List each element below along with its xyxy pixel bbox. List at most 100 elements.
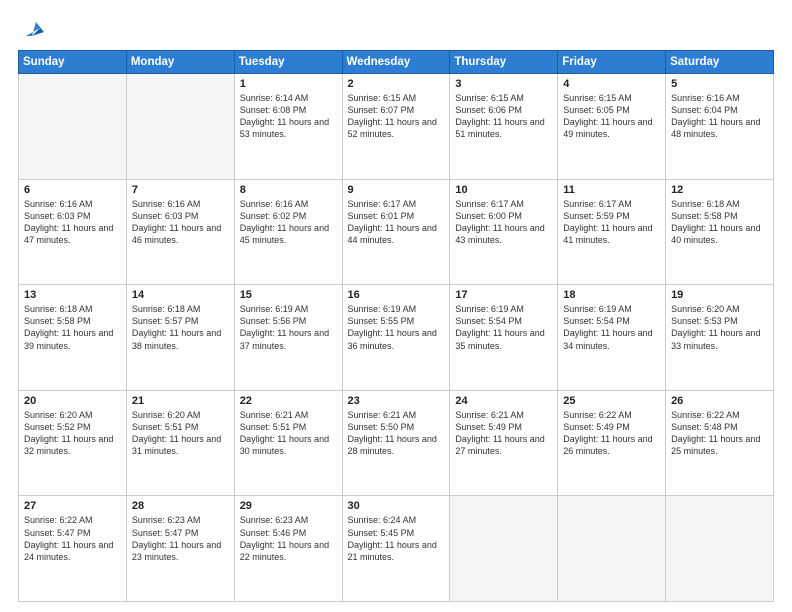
week-row-0: 1 Sunrise: 6:14 AM Sunset: 6:08 PM Daylig… (19, 74, 774, 180)
calendar-cell: 6Sunrise: 6:16 AM Sunset: 6:03 PM Daylig… (19, 179, 127, 285)
calendar-cell: 20Sunrise: 6:20 AM Sunset: 5:52 PM Dayli… (19, 390, 127, 496)
calendar-cell: 17 Sunrise: 6:19 AM Sunset: 5:54 PM Dayli… (450, 285, 558, 391)
day-info: Sunrise: 6:21 AM Sunset: 5:49 PM Dayligh… (455, 409, 552, 458)
day-number: 29 (240, 500, 337, 512)
calendar-cell: 12 Sunrise: 6:18 AM Sunset: 5:58 PM Dayli… (666, 179, 774, 285)
day-info: Sunrise: 6:19 AM Sunset: 5:54 PM Dayligh… (563, 303, 660, 352)
calendar-table: SundayMondayTuesdayWednesdayThursdayFrid… (18, 50, 774, 602)
day-info: Sunrise: 6:19 AM Sunset: 5:56 PM Dayligh… (240, 303, 337, 352)
calendar-cell: 23 Sunrise: 6:21 AM Sunset: 5:50 PM Dayli… (342, 390, 450, 496)
day-info: Sunrise: 6:20 AM Sunset: 5:51 PM Dayligh… (132, 409, 229, 458)
day-info: Sunrise: 6:23 AM Sunset: 5:46 PM Dayligh… (240, 514, 337, 563)
day-info: Sunrise: 6:17 AM Sunset: 6:01 PM Dayligh… (348, 198, 445, 247)
day-info: Sunrise: 6:16 AM Sunset: 6:02 PM Dayligh… (240, 198, 337, 247)
day-info: Sunrise: 6:16 AM Sunset: 6:03 PM Dayligh… (24, 198, 121, 247)
day-info: Sunrise: 6:17 AM Sunset: 5:59 PM Dayligh… (563, 198, 660, 247)
day-info: Sunrise: 6:19 AM Sunset: 5:55 PM Dayligh… (348, 303, 445, 352)
calendar-cell: 27 Sunrise: 6:22 AM Sunset: 5:47 PM Dayli… (19, 496, 127, 602)
day-number: 2 (348, 78, 445, 90)
calendar-cell: 3 Sunrise: 6:15 AM Sunset: 6:06 PM Daylig… (450, 74, 558, 180)
day-info: Sunrise: 6:16 AM Sunset: 6:04 PM Dayligh… (671, 92, 768, 141)
day-number: 26 (671, 395, 768, 407)
day-number: 19 (671, 289, 768, 301)
calendar-cell: 2 Sunrise: 6:15 AM Sunset: 6:07 PM Daylig… (342, 74, 450, 180)
calendar-cell (666, 496, 774, 602)
day-number: 3 (455, 78, 552, 90)
day-number: 30 (348, 500, 445, 512)
day-number: 18 (563, 289, 660, 301)
day-info: Sunrise: 6:17 AM Sunset: 6:00 PM Dayligh… (455, 198, 552, 247)
calendar-cell: 19 Sunrise: 6:20 AM Sunset: 5:53 PM Dayli… (666, 285, 774, 391)
day-info: Sunrise: 6:22 AM Sunset: 5:49 PM Dayligh… (563, 409, 660, 458)
calendar-cell: 22Sunrise: 6:21 AM Sunset: 5:51 PM Dayli… (234, 390, 342, 496)
weekday-header-tuesday: Tuesday (234, 51, 342, 74)
page: SundayMondayTuesdayWednesdayThursdayFrid… (0, 0, 792, 612)
day-info: Sunrise: 6:22 AM Sunset: 5:48 PM Dayligh… (671, 409, 768, 458)
calendar-cell: 14 Sunrise: 6:18 AM Sunset: 5:57 PM Dayli… (126, 285, 234, 391)
calendar-cell: 9 Sunrise: 6:17 AM Sunset: 6:01 PM Daylig… (342, 179, 450, 285)
day-number: 28 (132, 500, 229, 512)
day-number: 17 (455, 289, 552, 301)
day-info: Sunrise: 6:23 AM Sunset: 5:47 PM Dayligh… (132, 514, 229, 563)
day-number: 11 (563, 184, 660, 196)
day-info: Sunrise: 6:15 AM Sunset: 6:05 PM Dayligh… (563, 92, 660, 141)
day-number: 4 (563, 78, 660, 90)
day-number: 14 (132, 289, 229, 301)
calendar-cell: 18 Sunrise: 6:19 AM Sunset: 5:54 PM Dayli… (558, 285, 666, 391)
logo (18, 18, 44, 40)
day-number: 15 (240, 289, 337, 301)
day-info: Sunrise: 6:15 AM Sunset: 6:07 PM Dayligh… (348, 92, 445, 141)
day-number: 25 (563, 395, 660, 407)
day-number: 7 (132, 184, 229, 196)
day-info: Sunrise: 6:21 AM Sunset: 5:50 PM Dayligh… (348, 409, 445, 458)
calendar-cell: 1 Sunrise: 6:14 AM Sunset: 6:08 PM Daylig… (234, 74, 342, 180)
calendar-cell: 29 Sunrise: 6:23 AM Sunset: 5:46 PM Dayli… (234, 496, 342, 602)
calendar-cell (450, 496, 558, 602)
weekday-header-monday: Monday (126, 51, 234, 74)
day-info: Sunrise: 6:18 AM Sunset: 5:58 PM Dayligh… (24, 303, 121, 352)
calendar-cell: 25 Sunrise: 6:22 AM Sunset: 5:49 PM Dayli… (558, 390, 666, 496)
day-info: Sunrise: 6:16 AM Sunset: 6:03 PM Dayligh… (132, 198, 229, 247)
weekday-header-sunday: Sunday (19, 51, 127, 74)
week-row-3: 20Sunrise: 6:20 AM Sunset: 5:52 PM Dayli… (19, 390, 774, 496)
weekday-header-thursday: Thursday (450, 51, 558, 74)
day-info: Sunrise: 6:18 AM Sunset: 5:57 PM Dayligh… (132, 303, 229, 352)
day-info: Sunrise: 6:24 AM Sunset: 5:45 PM Dayligh… (348, 514, 445, 563)
week-row-1: 6Sunrise: 6:16 AM Sunset: 6:03 PM Daylig… (19, 179, 774, 285)
day-number: 16 (348, 289, 445, 301)
day-number: 27 (24, 500, 121, 512)
calendar-cell: 5 Sunrise: 6:16 AM Sunset: 6:04 PM Daylig… (666, 74, 774, 180)
calendar-cell: 7 Sunrise: 6:16 AM Sunset: 6:03 PM Daylig… (126, 179, 234, 285)
day-info: Sunrise: 6:19 AM Sunset: 5:54 PM Dayligh… (455, 303, 552, 352)
calendar-cell: 4 Sunrise: 6:15 AM Sunset: 6:05 PM Daylig… (558, 74, 666, 180)
calendar-cell: 24Sunrise: 6:21 AM Sunset: 5:49 PM Dayli… (450, 390, 558, 496)
day-number: 23 (348, 395, 445, 407)
calendar-cell: 15 Sunrise: 6:19 AM Sunset: 5:56 PM Dayli… (234, 285, 342, 391)
calendar-cell: 8 Sunrise: 6:16 AM Sunset: 6:02 PM Daylig… (234, 179, 342, 285)
week-row-4: 27 Sunrise: 6:22 AM Sunset: 5:47 PM Dayli… (19, 496, 774, 602)
day-number: 8 (240, 184, 337, 196)
day-number: 1 (240, 78, 337, 90)
logo-icon (22, 18, 44, 40)
calendar-cell (19, 74, 127, 180)
header (18, 18, 774, 40)
day-info: Sunrise: 6:14 AM Sunset: 6:08 PM Dayligh… (240, 92, 337, 141)
day-info: Sunrise: 6:20 AM Sunset: 5:53 PM Dayligh… (671, 303, 768, 352)
day-info: Sunrise: 6:15 AM Sunset: 6:06 PM Dayligh… (455, 92, 552, 141)
calendar-cell: 13 Sunrise: 6:18 AM Sunset: 5:58 PM Dayli… (19, 285, 127, 391)
day-number: 9 (348, 184, 445, 196)
calendar-cell: 16 Sunrise: 6:19 AM Sunset: 5:55 PM Dayli… (342, 285, 450, 391)
day-info: Sunrise: 6:21 AM Sunset: 5:51 PM Dayligh… (240, 409, 337, 458)
weekday-header-wednesday: Wednesday (342, 51, 450, 74)
calendar-cell: 28 Sunrise: 6:23 AM Sunset: 5:47 PM Dayli… (126, 496, 234, 602)
day-info: Sunrise: 6:22 AM Sunset: 5:47 PM Dayligh… (24, 514, 121, 563)
calendar-cell: 10 Sunrise: 6:17 AM Sunset: 6:00 PM Dayli… (450, 179, 558, 285)
day-number: 13 (24, 289, 121, 301)
day-number: 20 (24, 395, 121, 407)
day-number: 5 (671, 78, 768, 90)
day-number: 21 (132, 395, 229, 407)
day-info: Sunrise: 6:18 AM Sunset: 5:58 PM Dayligh… (671, 198, 768, 247)
day-number: 10 (455, 184, 552, 196)
weekday-header-row: SundayMondayTuesdayWednesdayThursdayFrid… (19, 51, 774, 74)
day-number: 12 (671, 184, 768, 196)
